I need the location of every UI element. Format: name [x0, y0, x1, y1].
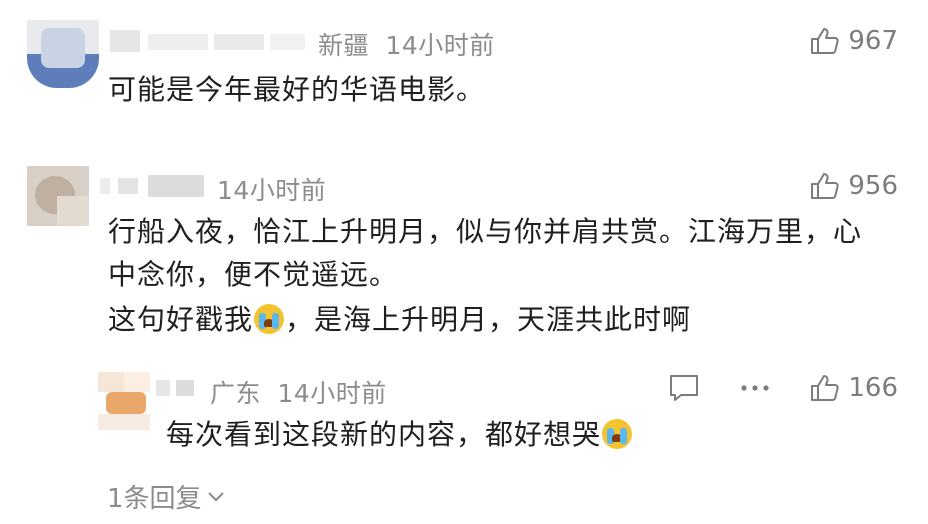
thumb-up-icon [810, 374, 840, 402]
like-count: 956 [848, 171, 898, 201]
timestamp: 14小时前 [277, 379, 387, 408]
comment-meta: 新疆 14小时前 [318, 26, 495, 62]
username[interactable] [156, 378, 196, 398]
avatar[interactable] [98, 372, 150, 430]
loudly-crying-emoji-icon [602, 419, 633, 449]
more-dots-icon[interactable] [740, 384, 770, 392]
avatar[interactable] [27, 166, 89, 226]
like-count: 166 [848, 373, 898, 403]
timestamp: 14小时前 [385, 31, 495, 60]
comment-text-part-a: 这句好戳我 [108, 303, 254, 336]
comment-bubble-icon[interactable] [668, 373, 700, 403]
like-button[interactable]: 166 [810, 373, 898, 403]
comment-text-part-b: ，是海上升明月，天涯共此时啊 [285, 303, 692, 336]
location: 新疆 [318, 31, 370, 60]
comment-text: 可能是今年最好的华语电影。 [108, 73, 486, 106]
replies-count: 1条回复 [107, 484, 202, 514]
comment-text-line-3: 这句好戳我 ，是海上升明月，天涯共此时啊 [108, 298, 691, 341]
avatar[interactable] [27, 20, 99, 88]
thumb-up-icon [810, 172, 840, 200]
location: 广东 [210, 379, 262, 408]
view-replies-link[interactable]: 1条回复 [107, 478, 224, 515]
comment-text-line-2: 中念你，便不觉遥远。 [108, 258, 399, 291]
timestamp: 14小时前 [217, 176, 327, 205]
like-button[interactable]: 956 [810, 171, 898, 201]
reply-meta: 广东 14小时前 [210, 374, 387, 410]
like-button[interactable]: 967 [810, 26, 898, 56]
reply-text-content: 每次看到这段新的内容，都好想哭 [166, 418, 602, 451]
loudly-crying-emoji-icon [254, 304, 285, 334]
thumb-up-icon [810, 27, 840, 55]
chevron-down-icon [208, 492, 224, 502]
comment-text-line-1: 行船入夜，恰江上升明月，似与你并肩共赏。江海万里，心 [108, 215, 863, 248]
reply-text: 每次看到这段新的内容，都好想哭 [166, 413, 633, 456]
like-count: 967 [848, 26, 898, 56]
username[interactable] [100, 175, 210, 197]
username[interactable] [110, 30, 305, 52]
